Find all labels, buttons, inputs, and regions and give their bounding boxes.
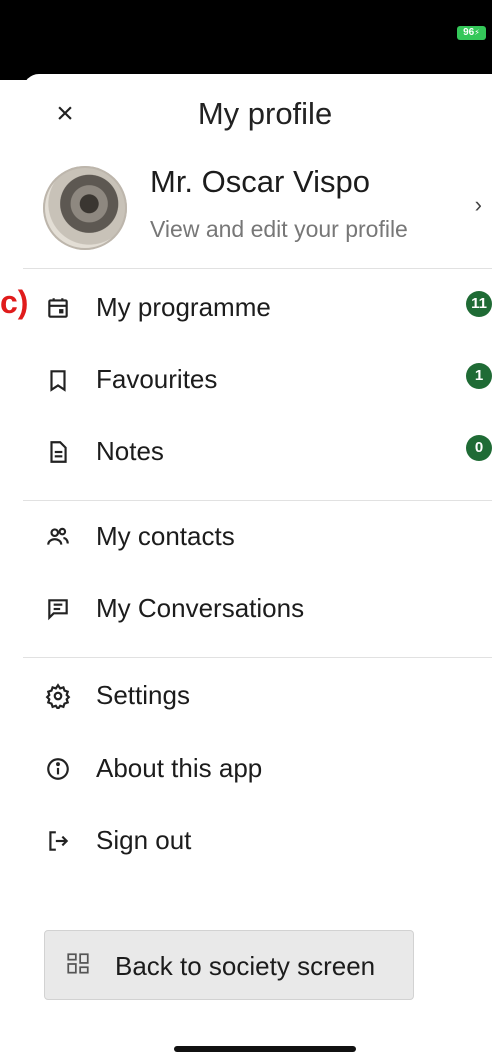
- home-indicator[interactable]: [174, 1046, 356, 1052]
- back-to-society-button[interactable]: Back to society screen: [44, 930, 414, 1000]
- page-title: My profile: [197, 96, 333, 131]
- menu-item-my-contacts[interactable]: My contacts: [23, 511, 492, 567]
- profile-name: Mr. Oscar Vispo: [150, 164, 370, 199]
- battery-indicator: 96⚡: [457, 26, 486, 40]
- info-icon: [45, 756, 71, 782]
- battery-level: 96: [463, 27, 475, 38]
- menu-item-label: My Conversations: [96, 593, 305, 623]
- divider: [23, 268, 492, 269]
- count-badge: 0: [466, 435, 492, 461]
- menu-item-label: Favourites: [96, 364, 218, 394]
- grid-icon: [65, 951, 91, 977]
- count-badge: 11: [466, 291, 492, 317]
- bookmark-icon: [45, 367, 71, 393]
- menu-item-label: Notes: [96, 436, 164, 466]
- gear-icon: [45, 683, 71, 709]
- chat-icon: [45, 596, 71, 622]
- menu-item-my-programme[interactable]: My programme 11: [23, 282, 492, 338]
- menu-item-label: Sign out: [96, 825, 192, 855]
- status-bar: 96⚡: [0, 0, 492, 80]
- menu-item-favourites[interactable]: Favourites 1: [23, 354, 492, 410]
- divider: [23, 500, 492, 501]
- document-icon: [45, 439, 71, 465]
- menu-item-settings[interactable]: Settings: [23, 670, 492, 726]
- menu-item-about[interactable]: About this app: [23, 743, 492, 799]
- menu-item-my-conversations[interactable]: My Conversations: [23, 583, 492, 639]
- divider: [23, 657, 492, 658]
- calendar-icon: [45, 295, 71, 321]
- profile-subtitle: View and edit your profile: [150, 216, 408, 242]
- menu-item-label: My contacts: [96, 521, 235, 551]
- charging-icon: ⚡: [474, 28, 480, 37]
- back-button-label: Back to society screen: [115, 951, 376, 981]
- menu-item-notes[interactable]: Notes 0: [23, 426, 492, 482]
- menu-item-sign-out[interactable]: Sign out: [23, 815, 492, 871]
- contacts-icon: [45, 524, 71, 550]
- avatar: [43, 166, 127, 250]
- chevron-right-icon: ›: [474, 192, 482, 217]
- menu-item-label: Settings: [96, 680, 190, 710]
- profile-row[interactable]: Mr. Oscar Vispo View and edit your profi…: [23, 160, 492, 265]
- menu-item-label: About this app: [96, 753, 263, 783]
- count-badge: 1: [466, 363, 492, 389]
- menu-item-label: My programme: [96, 292, 271, 322]
- sign-out-icon: [45, 828, 71, 854]
